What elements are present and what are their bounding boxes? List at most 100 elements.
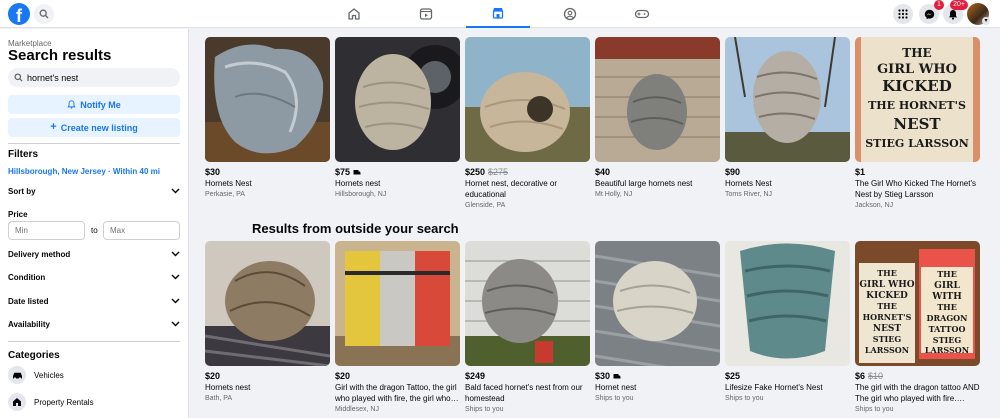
search-icon[interactable] [34,4,54,24]
listing-title: Hornet nest, decorative or educational [465,179,558,199]
listing-card[interactable]: $30 Hornet nest Ships to you [595,241,720,402]
listing-card[interactable]: $250 $275 Hornet nest, decorative or edu… [465,37,590,209]
facebook-logo-letter: f [16,6,22,25]
availability-label: Availability [8,319,50,329]
location-filter-link[interactable]: Hillsborough, New Jersey · Within 40 mi [8,167,160,176]
listing-title: Hornets Nest [205,179,252,188]
listing-card[interactable]: $20 Hornets nest Bath, PA [205,241,330,402]
listing-photo[interactable] [205,241,330,366]
listing-card[interactable]: $75 Hornets nest Hillsborough, NJ [335,37,460,198]
listing-card[interactable]: $25 Lifesize Fake Hornet's Nest Ships to… [725,241,850,402]
listing-photo[interactable] [205,37,330,162]
chevron-down-icon [171,188,180,194]
chevron-down-icon[interactable]: ▾ [982,17,990,25]
groups-icon[interactable] [538,0,602,28]
categories-heading: Categories [8,350,60,361]
video-icon[interactable] [394,0,458,28]
car-icon [8,366,26,384]
listing-location: Ships to you [465,406,504,413]
price-value: $20 [205,371,221,381]
top-navigation-bar: f 1 20+ ▾ [0,0,1000,28]
listing-photo[interactable] [465,37,590,162]
listing-photo[interactable] [595,37,720,162]
listing-location: Ships to you [725,395,764,402]
listing-photo[interactable] [725,241,850,366]
date-listed-dropdown[interactable]: Date listed [8,294,180,308]
chevron-down-icon [171,298,180,304]
listing-card[interactable]: $249 Bald faced hornet's nest from our h… [465,241,590,413]
price-to-label: to [91,226,98,235]
listing-photo[interactable] [465,241,590,366]
price-min-input[interactable] [8,221,85,240]
book-cover-line: THE [902,46,931,60]
menu-grid-icon[interactable] [893,4,913,24]
listing-price: $1 [855,167,980,177]
listing-card[interactable]: $30 Hornets Nest Perkasie, PA [205,37,330,198]
category-label: Property Rentals [34,397,94,407]
listing-location: Hillsborough, NJ [335,191,387,198]
listing-location: Ships to you [855,406,894,413]
listing-photo[interactable]: THE GIRL WHO KICKED THE HORNET'S NEST ST… [855,37,980,162]
listing-photo[interactable] [335,37,460,162]
home-icon[interactable] [322,0,386,28]
listing-location: Middlesex, NJ [335,406,379,413]
listing-location: Jackson, NJ [855,202,894,209]
book-cover-line: STIEG [933,335,962,345]
original-price: $275 [488,167,509,177]
book-cover-line: THE HORNET'S [868,99,966,112]
date-listed-label: Date listed [8,296,49,306]
listing-card[interactable]: $40 Beautiful large hornets nest Mt Holl… [595,37,720,198]
price-value: $249 [465,371,486,381]
listing-title: Bald faced hornet's nest from our homest… [465,383,583,403]
listing-title: The Girl Who Kicked The Hornet's Nest by… [855,179,976,199]
messenger-icon[interactable]: 1 [919,0,944,24]
listing-card[interactable]: $90 Hornets Nest Toms River, NJ [725,37,850,198]
price-value: $40 [595,167,611,177]
listing-title: Hornets nest [205,383,251,392]
listing-photo[interactable]: THE GIRL WHO KICKED THE HORNET'S NEST ST… [855,241,980,366]
notify-me-button[interactable]: Notify Me [8,95,180,114]
listing-price: $90 [725,167,850,177]
price-value: $30 [205,167,221,177]
marketplace-icon[interactable] [466,0,530,28]
scrollbar[interactable] [993,29,1000,418]
listing-card[interactable]: THE GIRL WHO KICKED THE HORNET'S NEST ST… [855,37,980,209]
book-cover-line: LARSSON [925,345,969,355]
listing-title: Beautiful large hornets nest [595,179,693,188]
listing-title: Hornet nest [595,383,637,392]
shipping-icon [353,169,361,174]
listing-title: Hornets nest [335,179,381,188]
listing-photo[interactable] [595,241,720,366]
listing-photo[interactable] [725,37,850,162]
search-box[interactable] [8,68,180,87]
listing-location: Bath, PA [205,395,233,402]
listing-price: $20 [335,371,460,381]
availability-dropdown[interactable]: Availability [8,317,180,331]
book-cover-line: LARSSON [865,345,909,355]
category-property-rentals[interactable]: Property Rentals [8,392,94,412]
sort-by-label: Sort by [8,186,36,196]
delivery-method-dropdown[interactable]: Delivery method [8,247,180,261]
price-value: $30 [595,371,611,381]
facebook-logo[interactable]: f [8,3,30,25]
listing-card[interactable]: THE GIRL WHO KICKED THE HORNET'S NEST ST… [855,241,980,413]
book-cover-line: KICKED [882,77,951,95]
listing-price: $30 [595,371,720,381]
create-listing-button[interactable]: + Create new listing [8,118,180,137]
bell-icon[interactable]: 20+ [943,0,968,24]
condition-dropdown[interactable]: Condition [8,270,180,284]
sort-by-dropdown[interactable]: Sort by [8,184,180,198]
book-cover-line: NEST [873,324,902,334]
listing-card[interactable]: $20 Girl with the dragon Tattoo, the gir… [335,241,460,413]
divider [8,143,180,144]
gaming-icon[interactable] [610,0,674,28]
listing-title: Lifesize Fake Hornet's Nest [725,383,823,392]
price-label: Price [8,210,28,219]
price-max-input[interactable] [103,221,180,240]
book-cover-line: GIRL [934,281,960,291]
listing-photo[interactable] [335,241,460,366]
search-input[interactable] [27,72,177,83]
price-value: $25 [725,371,741,381]
category-vehicles[interactable]: Vehicles [8,365,64,385]
chevron-down-icon [171,321,180,327]
